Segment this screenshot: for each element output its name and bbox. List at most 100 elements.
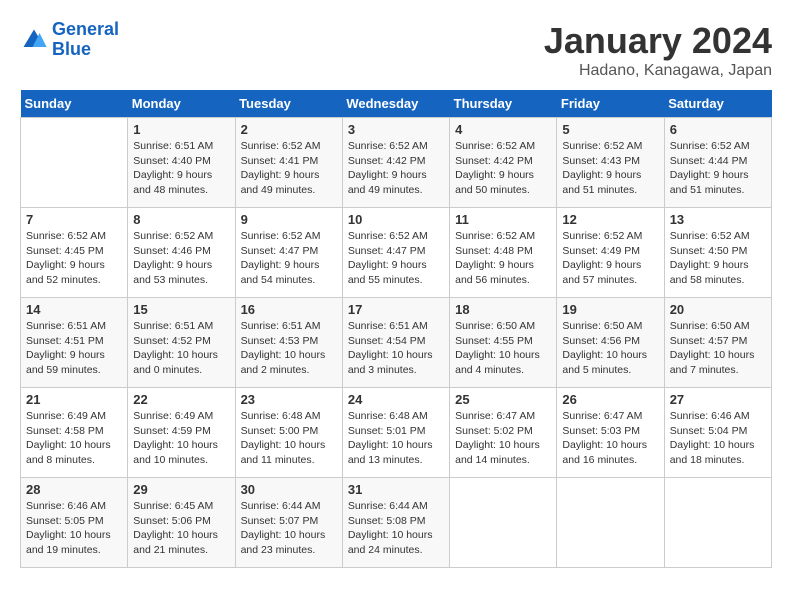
calendar-cell: 4 Sunrise: 6:52 AM Sunset: 4:42 PM Daylig… — [450, 118, 557, 208]
logo-icon — [20, 26, 48, 54]
day-info: Sunrise: 6:52 AM Sunset: 4:42 PM Dayligh… — [348, 139, 444, 198]
day-number: 28 — [26, 482, 122, 497]
weekday-header-wednesday: Wednesday — [342, 90, 449, 118]
day-number: 21 — [26, 392, 122, 407]
day-number: 8 — [133, 212, 229, 227]
day-number: 12 — [562, 212, 658, 227]
day-info: Sunrise: 6:52 AM Sunset: 4:49 PM Dayligh… — [562, 229, 658, 288]
calendar-cell — [450, 478, 557, 568]
calendar-cell: 12 Sunrise: 6:52 AM Sunset: 4:49 PM Dayli… — [557, 208, 664, 298]
day-info: Sunrise: 6:47 AM Sunset: 5:03 PM Dayligh… — [562, 409, 658, 468]
day-info: Sunrise: 6:52 AM Sunset: 4:47 PM Dayligh… — [348, 229, 444, 288]
day-number: 25 — [455, 392, 551, 407]
calendar-cell: 26 Sunrise: 6:47 AM Sunset: 5:03 PM Dayli… — [557, 388, 664, 478]
day-info: Sunrise: 6:52 AM Sunset: 4:50 PM Dayligh… — [670, 229, 766, 288]
day-number: 29 — [133, 482, 229, 497]
day-info: Sunrise: 6:52 AM Sunset: 4:44 PM Dayligh… — [670, 139, 766, 198]
calendar-cell — [664, 478, 771, 568]
calendar-cell: 5Sunrise: 6:52 AM Sunset: 4:43 PM Daylig… — [557, 118, 664, 208]
day-number: 26 — [562, 392, 658, 407]
day-info: Sunrise: 6:46 AM Sunset: 5:05 PM Dayligh… — [26, 499, 122, 558]
day-info: Sunrise: 6:52 AM Sunset: 4:42 PM Dayligh… — [455, 139, 551, 198]
calendar-cell: 7 Sunrise: 6:52 AM Sunset: 4:45 PM Daylig… — [21, 208, 128, 298]
day-number: 18 — [455, 302, 551, 317]
day-number: 22 — [133, 392, 229, 407]
day-number: 10 — [348, 212, 444, 227]
calendar-table: SundayMondayTuesdayWednesdayThursdayFrid… — [20, 90, 772, 568]
calendar-week-4: 21 Sunrise: 6:49 AM Sunset: 4:58 PM Dayli… — [21, 388, 772, 478]
calendar-cell: 19 Sunrise: 6:50 AM Sunset: 4:56 PM Dayli… — [557, 298, 664, 388]
calendar-cell: 30 Sunrise: 6:44 AM Sunset: 5:07 PM Dayli… — [235, 478, 342, 568]
weekday-header-tuesday: Tuesday — [235, 90, 342, 118]
title-area: January 2024 Hadano, Kanagawa, Japan — [544, 20, 772, 80]
day-number: 31 — [348, 482, 444, 497]
day-info: Sunrise: 6:51 AM Sunset: 4:52 PM Dayligh… — [133, 319, 229, 378]
day-info: Sunrise: 6:52 AM Sunset: 4:48 PM Dayligh… — [455, 229, 551, 288]
day-info: Sunrise: 6:50 AM Sunset: 4:57 PM Dayligh… — [670, 319, 766, 378]
calendar-cell: 10 Sunrise: 6:52 AM Sunset: 4:47 PM Dayli… — [342, 208, 449, 298]
day-info: Sunrise: 6:52 AM Sunset: 4:41 PM Dayligh… — [241, 139, 337, 198]
calendar-cell: 11 Sunrise: 6:52 AM Sunset: 4:48 PM Dayli… — [450, 208, 557, 298]
weekday-header-friday: Friday — [557, 90, 664, 118]
day-number: 20 — [670, 302, 766, 317]
calendar-cell: 20 Sunrise: 6:50 AM Sunset: 4:57 PM Dayli… — [664, 298, 771, 388]
day-number: 27 — [670, 392, 766, 407]
day-info: Sunrise: 6:52 AM Sunset: 4:45 PM Dayligh… — [26, 229, 122, 288]
calendar-cell: 8 Sunrise: 6:52 AM Sunset: 4:46 PM Daylig… — [128, 208, 235, 298]
calendar-cell: 17 Sunrise: 6:51 AM Sunset: 4:54 PM Dayli… — [342, 298, 449, 388]
day-info: Sunrise: 6:51 AM Sunset: 4:54 PM Dayligh… — [348, 319, 444, 378]
day-number: 9 — [241, 212, 337, 227]
weekday-header-row: SundayMondayTuesdayWednesdayThursdayFrid… — [21, 90, 772, 118]
calendar-cell: 31 Sunrise: 6:44 AM Sunset: 5:08 PM Dayli… — [342, 478, 449, 568]
calendar-week-3: 14 Sunrise: 6:51 AM Sunset: 4:51 PM Dayli… — [21, 298, 772, 388]
weekday-header-sunday: Sunday — [21, 90, 128, 118]
calendar-cell: 6 Sunrise: 6:52 AM Sunset: 4:44 PM Daylig… — [664, 118, 771, 208]
day-number: 14 — [26, 302, 122, 317]
calendar-cell: 29Sunrise: 6:45 AM Sunset: 5:06 PM Dayli… — [128, 478, 235, 568]
day-info: Sunrise: 6:49 AM Sunset: 4:59 PM Dayligh… — [133, 409, 229, 468]
day-number: 5 — [562, 122, 658, 137]
calendar-cell: 9 Sunrise: 6:52 AM Sunset: 4:47 PM Daylig… — [235, 208, 342, 298]
calendar-cell: 25Sunrise: 6:47 AM Sunset: 5:02 PM Dayli… — [450, 388, 557, 478]
header: General Blue January 2024 Hadano, Kanaga… — [20, 20, 772, 80]
calendar-cell: 24 Sunrise: 6:48 AM Sunset: 5:01 PM Dayli… — [342, 388, 449, 478]
day-number: 19 — [562, 302, 658, 317]
calendar-cell: 27 Sunrise: 6:46 AM Sunset: 5:04 PM Dayli… — [664, 388, 771, 478]
weekday-header-monday: Monday — [128, 90, 235, 118]
day-number: 4 — [455, 122, 551, 137]
logo-line1: General — [52, 19, 119, 39]
calendar-cell: 21 Sunrise: 6:49 AM Sunset: 4:58 PM Dayli… — [21, 388, 128, 478]
calendar-cell: 16 Sunrise: 6:51 AM Sunset: 4:53 PM Dayli… — [235, 298, 342, 388]
calendar-cell — [21, 118, 128, 208]
day-info: Sunrise: 6:51 AM Sunset: 4:40 PM Dayligh… — [133, 139, 229, 198]
day-info: Sunrise: 6:52 AM Sunset: 4:47 PM Dayligh… — [241, 229, 337, 288]
day-number: 6 — [670, 122, 766, 137]
calendar-week-1: 1Sunrise: 6:51 AM Sunset: 4:40 PM Daylig… — [21, 118, 772, 208]
calendar-week-5: 28 Sunrise: 6:46 AM Sunset: 5:05 PM Dayli… — [21, 478, 772, 568]
day-info: Sunrise: 6:48 AM Sunset: 5:00 PM Dayligh… — [241, 409, 337, 468]
calendar-cell: 2 Sunrise: 6:52 AM Sunset: 4:41 PM Daylig… — [235, 118, 342, 208]
day-info: Sunrise: 6:51 AM Sunset: 4:53 PM Dayligh… — [241, 319, 337, 378]
calendar-cell — [557, 478, 664, 568]
day-info: Sunrise: 6:51 AM Sunset: 4:51 PM Dayligh… — [26, 319, 122, 378]
calendar-cell: 1Sunrise: 6:51 AM Sunset: 4:40 PM Daylig… — [128, 118, 235, 208]
day-info: Sunrise: 6:46 AM Sunset: 5:04 PM Dayligh… — [670, 409, 766, 468]
logo: General Blue — [20, 20, 119, 60]
calendar-cell: 3Sunrise: 6:52 AM Sunset: 4:42 PM Daylig… — [342, 118, 449, 208]
location-subtitle: Hadano, Kanagawa, Japan — [544, 62, 772, 80]
day-info: Sunrise: 6:48 AM Sunset: 5:01 PM Dayligh… — [348, 409, 444, 468]
day-info: Sunrise: 6:52 AM Sunset: 4:46 PM Dayligh… — [133, 229, 229, 288]
day-number: 2 — [241, 122, 337, 137]
calendar-cell: 15Sunrise: 6:51 AM Sunset: 4:52 PM Dayli… — [128, 298, 235, 388]
day-number: 30 — [241, 482, 337, 497]
day-info: Sunrise: 6:44 AM Sunset: 5:07 PM Dayligh… — [241, 499, 337, 558]
day-number: 16 — [241, 302, 337, 317]
day-number: 11 — [455, 212, 551, 227]
day-info: Sunrise: 6:44 AM Sunset: 5:08 PM Dayligh… — [348, 499, 444, 558]
day-number: 24 — [348, 392, 444, 407]
day-info: Sunrise: 6:50 AM Sunset: 4:55 PM Dayligh… — [455, 319, 551, 378]
day-number: 7 — [26, 212, 122, 227]
day-number: 17 — [348, 302, 444, 317]
day-info: Sunrise: 6:49 AM Sunset: 4:58 PM Dayligh… — [26, 409, 122, 468]
day-info: Sunrise: 6:50 AM Sunset: 4:56 PM Dayligh… — [562, 319, 658, 378]
